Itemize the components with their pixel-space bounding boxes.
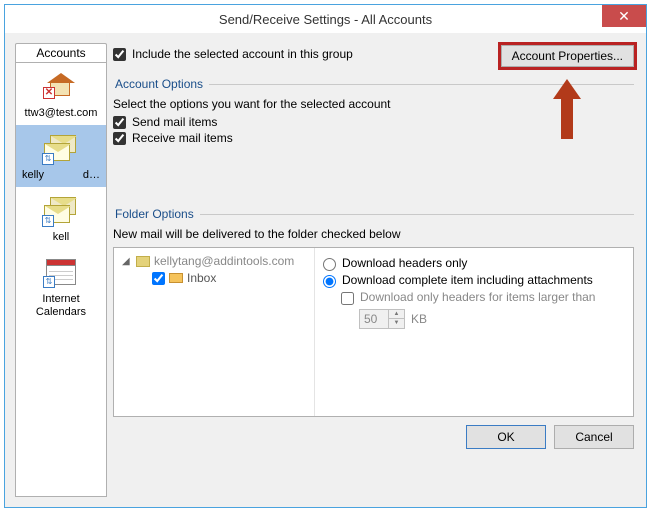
folder-options-desc: New mail will be delivered to the folder… xyxy=(113,227,634,241)
download-complete-radio[interactable]: Download complete item including attachm… xyxy=(323,273,625,288)
folder-icon xyxy=(169,273,183,283)
include-account-label: Include the selected account in this gro… xyxy=(132,47,353,61)
tree-root[interactable]: ◢ kellytang@addintools.com xyxy=(122,254,306,268)
tree-inbox[interactable]: Inbox xyxy=(122,271,306,285)
include-account-input[interactable] xyxy=(113,48,126,61)
size-spinner[interactable]: 50 ▲▼ xyxy=(359,309,405,329)
close-icon[interactable]: ✕ xyxy=(602,5,646,27)
account-item-kell[interactable]: ⇅ kell xyxy=(16,187,106,249)
envelope-icon: ⇅ xyxy=(44,197,78,225)
folder-tree[interactable]: ◢ kellytang@addintools.com Inbox xyxy=(114,248,314,416)
account-options-desc: Select the options you want for the sele… xyxy=(113,97,634,111)
calendar-icon: ⇅ xyxy=(46,259,76,285)
send-mail-checkbox[interactable]: Send mail items xyxy=(113,115,634,129)
ok-button[interactable]: OK xyxy=(466,425,546,449)
window-title: Send/Receive Settings - All Accounts xyxy=(5,12,646,27)
mailbox-icon xyxy=(136,256,150,267)
account-item-kelly[interactable]: ⇅ kelly d… xyxy=(16,125,106,187)
accounts-list: ✕ ttw3@test.com ⇅ kelly d… ⇅ kell xyxy=(15,62,107,497)
download-headers-radio[interactable]: Download headers only xyxy=(323,256,625,271)
accounts-tab[interactable]: Accounts xyxy=(15,43,107,62)
inbox-checkbox[interactable] xyxy=(152,272,165,285)
send-mail-input[interactable] xyxy=(113,116,126,129)
account-item-calendars[interactable]: ⇅ Internet Calendars xyxy=(16,249,106,325)
account-label: kell xyxy=(18,231,104,243)
spinner-arrows-icon[interactable]: ▲▼ xyxy=(388,310,404,328)
folder-options-group: Folder Options New mail will be delivere… xyxy=(113,207,634,417)
account-label: kelly d… xyxy=(18,169,104,181)
account-label: Internet Calendars xyxy=(18,293,104,319)
receive-mail-input[interactable] xyxy=(113,132,126,145)
expand-icon[interactable]: ◢ xyxy=(122,256,132,267)
folder-options-legend: Folder Options xyxy=(113,207,200,221)
account-options-legend: Account Options xyxy=(113,77,209,91)
house-icon: ✕ xyxy=(47,73,75,97)
size-unit: KB xyxy=(411,312,427,326)
cancel-button[interactable]: Cancel xyxy=(554,425,634,449)
account-label: ttw3@test.com xyxy=(18,107,104,119)
envelope-icon: ⇅ xyxy=(44,135,78,163)
account-item-ttw3[interactable]: ✕ ttw3@test.com xyxy=(16,63,106,125)
receive-mail-checkbox[interactable]: Receive mail items xyxy=(113,131,634,145)
include-account-checkbox[interactable]: Include the selected account in this gro… xyxy=(113,47,353,61)
titlebar: Send/Receive Settings - All Accounts ✕ xyxy=(5,5,646,33)
download-larger-checkbox[interactable]: Download only headers for items larger t… xyxy=(341,290,625,305)
account-properties-button[interactable]: Account Properties... xyxy=(501,45,634,67)
